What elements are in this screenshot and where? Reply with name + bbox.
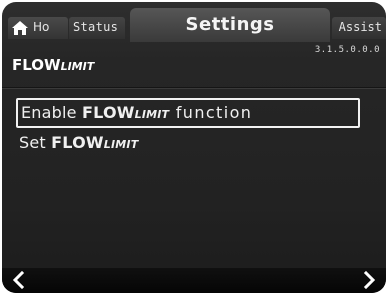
chevron-left-icon[interactable] (10, 270, 28, 290)
page-title-main: FLOW (12, 56, 61, 74)
page-title: FLOWLIMIT (12, 56, 94, 74)
tab-home-label: Ho (33, 20, 50, 34)
home-icon (12, 21, 28, 35)
list-item-set-flowlimit[interactable]: Set FLOWLIMIT (16, 130, 360, 160)
header-divider (2, 87, 386, 88)
display-screen: Ho Status Settings Assist 3.1.5.0.0.0 FL… (2, 2, 386, 293)
tab-assist[interactable]: Assist (332, 17, 386, 39)
list-item-enable-flowlimit[interactable]: Enable FLOWLIMIT function (16, 98, 360, 128)
tab-assist-label: Assist (338, 20, 382, 34)
tab-bar: Ho Status Settings Assist (2, 2, 386, 42)
tab-status[interactable]: Status (69, 17, 125, 39)
menu-number: 3.1.5.0.0.0 (314, 45, 380, 55)
item-suffix: function (169, 103, 253, 122)
item-brand: FLOW (82, 103, 135, 122)
item-brand: FLOW (51, 133, 104, 152)
item-prefix: Enable (21, 103, 82, 122)
device-frame: Ho Status Settings Assist 3.1.5.0.0.0 FL… (0, 0, 388, 295)
tab-status-label: Status (73, 20, 119, 34)
item-prefix: Set (19, 133, 52, 152)
tab-settings[interactable]: Settings (130, 8, 330, 42)
tab-home[interactable]: Ho (8, 17, 68, 39)
tab-settings-label: Settings (185, 14, 275, 35)
item-brand-sub: LIMIT (134, 108, 170, 121)
chevron-right-icon[interactable] (360, 270, 378, 290)
list-item-label: Set FLOWLIMIT (19, 133, 138, 152)
item-brand-sub: LIMIT (103, 138, 139, 151)
page-title-sub: LIMIT (60, 60, 95, 73)
bottom-nav-bar (2, 268, 386, 293)
list-item-label: Enable FLOWLIMIT function (21, 103, 252, 122)
